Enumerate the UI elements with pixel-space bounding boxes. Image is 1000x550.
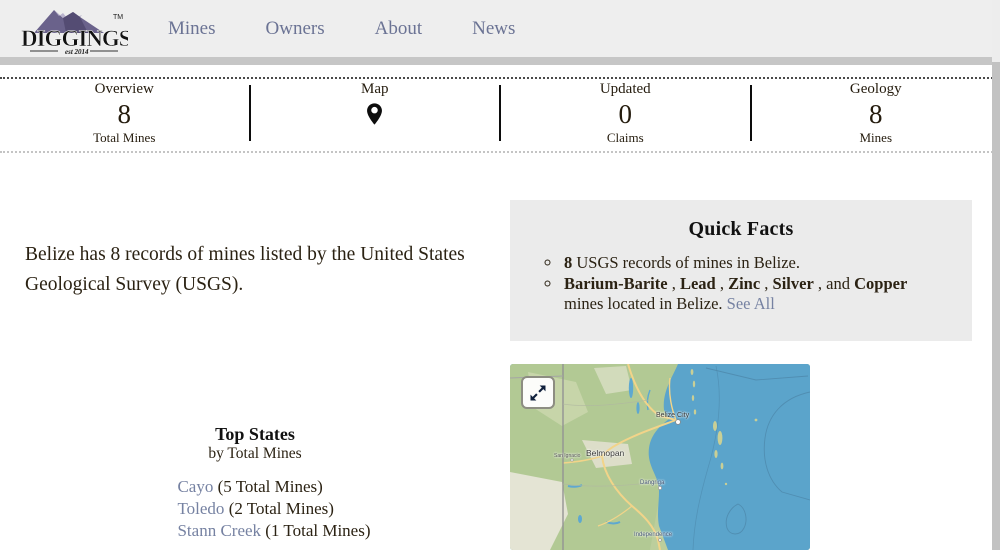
state-item-cayo: Cayo (5 Total Mines) bbox=[177, 476, 370, 498]
fact-text: USGS records of mines in Belize. bbox=[572, 253, 800, 272]
page: DIGGINGS TM est 2014 Mines Owners About … bbox=[0, 0, 1000, 550]
map-preview[interactable]: Belize City Belmopan Dangriga Independen… bbox=[510, 364, 810, 550]
stat-overview[interactable]: Overview 8 Total Mines bbox=[0, 81, 249, 146]
mineral-name: Lead bbox=[680, 274, 716, 293]
mineral-name: Zinc bbox=[728, 274, 760, 293]
state-link-stann-creek[interactable]: Stann Creek bbox=[177, 521, 261, 540]
stat-sublabel: Mines bbox=[752, 130, 1000, 146]
stat-updated[interactable]: Updated 0 Claims bbox=[501, 81, 750, 146]
map-pin-icon bbox=[366, 102, 383, 126]
map-label-dangriga: Dangriga bbox=[640, 480, 664, 486]
state-link-toledo[interactable]: Toledo bbox=[177, 499, 224, 518]
map-label-san-ignacio: San Ignacio bbox=[554, 453, 580, 459]
intro-paragraph: Belize has 8 records of mines listed by … bbox=[25, 240, 485, 300]
state-link-cayo[interactable]: Cayo bbox=[177, 477, 213, 496]
stat-value: 8 bbox=[752, 98, 1000, 130]
map-label-belize-city: Belize City bbox=[656, 412, 689, 419]
fact-count: 8 bbox=[564, 253, 572, 272]
mineral-name: Barium-Barite bbox=[564, 274, 668, 293]
belize-city-dot bbox=[676, 420, 681, 425]
stat-sublabel: Claims bbox=[501, 130, 750, 146]
nav-item-owners[interactable]: Owners bbox=[266, 18, 325, 40]
stat-label: Updated bbox=[501, 81, 750, 98]
state-count: (2 Total Mines) bbox=[224, 499, 333, 518]
stat-geology[interactable]: Geology 8 Mines bbox=[752, 81, 1000, 146]
quick-fact-minerals: Barium-Barite , Lead , Zinc , Silver , a… bbox=[562, 274, 948, 314]
mineral-name: Silver bbox=[773, 274, 814, 293]
expand-arrows-icon bbox=[528, 383, 548, 403]
site-logo[interactable]: DIGGINGS TM est 2014 bbox=[18, 3, 128, 57]
state-count: (1 Total Mines) bbox=[261, 521, 370, 540]
main-nav: Mines Owners About News bbox=[168, 0, 515, 57]
map-expand-button[interactable] bbox=[521, 376, 555, 409]
independence-dot bbox=[659, 539, 662, 542]
stat-map[interactable]: Map bbox=[251, 81, 500, 146]
stats-bar: Overview 8 Total Mines Map Updated 0 Cla… bbox=[0, 77, 1000, 153]
top-states-section: Top States by Total Mines Cayo (5 Total … bbox=[25, 424, 485, 542]
stat-label: Geology bbox=[752, 81, 1000, 98]
stat-value: 0 bbox=[501, 98, 750, 130]
page-scrollbar[interactable] bbox=[992, 0, 1000, 550]
brand-tm: TM bbox=[113, 14, 123, 21]
quick-facts-title: Quick Facts bbox=[534, 218, 948, 241]
diggings-logo-art: DIGGINGS TM est 2014 bbox=[18, 3, 128, 57]
state-item-toledo: Toledo (2 Total Mines) bbox=[177, 498, 370, 520]
stat-sublabel: Total Mines bbox=[0, 130, 249, 146]
mineral-name: Copper bbox=[854, 274, 907, 293]
stat-label: Map bbox=[251, 81, 500, 98]
top-states-subtitle: by Total Mines bbox=[25, 445, 485, 463]
map-water bbox=[649, 364, 810, 550]
header-divider-strip bbox=[0, 57, 1000, 65]
quick-fact-records: 8 USGS records of mines in Belize. bbox=[562, 253, 948, 273]
top-states-title: Top States bbox=[25, 424, 485, 445]
stat-value: 8 bbox=[0, 98, 249, 130]
stat-sublabel bbox=[251, 130, 500, 146]
see-all-link[interactable]: See All bbox=[727, 294, 775, 313]
nav-item-mines[interactable]: Mines bbox=[168, 18, 216, 40]
map-label-independence: Independence bbox=[634, 532, 672, 538]
nav-item-about[interactable]: About bbox=[375, 18, 423, 40]
state-item-stann-creek: Stann Creek (1 Total Mines) bbox=[177, 520, 370, 542]
state-count: (5 Total Mines) bbox=[213, 477, 322, 496]
stat-label: Overview bbox=[0, 81, 249, 98]
scrollbar-thumb[interactable] bbox=[992, 62, 1000, 550]
site-header: DIGGINGS TM est 2014 Mines Owners About … bbox=[0, 0, 1000, 57]
quick-facts-panel: Quick Facts 8 USGS records of mines in B… bbox=[510, 200, 972, 341]
brand-est: est 2014 bbox=[65, 48, 89, 56]
nav-item-news[interactable]: News bbox=[472, 18, 515, 40]
map-label-belmopan: Belmopan bbox=[586, 448, 624, 458]
dangriga-dot bbox=[658, 486, 661, 489]
